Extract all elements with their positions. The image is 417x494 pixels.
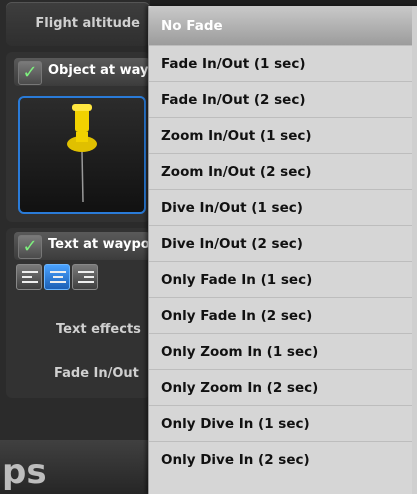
align-center-icon [50, 271, 66, 286]
dropdown-option[interactable]: Zoom In/Out (2 sec) [149, 154, 417, 190]
checkmark-icon[interactable]: ✓ [18, 235, 42, 259]
dropdown-option[interactable]: Only Dive In (1 sec) [149, 406, 417, 442]
dropdown-option[interactable]: Only Fade In (1 sec) [149, 262, 417, 298]
fade-dropdown-list[interactable]: No Fade Fade In/Out (1 sec) Fade In/Out … [148, 6, 417, 494]
align-left-button[interactable] [16, 264, 42, 290]
dropdown-option[interactable]: Only Dive In (2 sec) [149, 442, 417, 478]
dropdown-scrollbar[interactable] [412, 6, 417, 494]
dropdown-option[interactable]: Only Zoom In (2 sec) [149, 370, 417, 406]
align-center-button[interactable] [44, 264, 70, 290]
text-effects-label: Text effects [56, 322, 141, 337]
dropdown-option[interactable]: Fade In/Out (2 sec) [149, 82, 417, 118]
text-at-waypoint-label: Text at waypo [48, 237, 150, 252]
dropdown-option[interactable]: Only Fade In (2 sec) [149, 298, 417, 334]
object-at-waypoint-header[interactable]: ✓ Object at way [14, 58, 150, 86]
align-left-icon [22, 271, 38, 286]
object-preview[interactable] [18, 96, 146, 214]
dropdown-option[interactable]: Dive In/Out (1 sec) [149, 190, 417, 226]
pushpin-icon [67, 104, 97, 203]
object-at-waypoint-label: Object at way [48, 63, 149, 78]
align-right-icon [78, 271, 94, 286]
dropdown-option[interactable]: Dive In/Out (2 sec) [149, 226, 417, 262]
dropdown-option-selected[interactable]: No Fade [149, 6, 417, 46]
fade-in-out-label: Fade In/Out [54, 366, 139, 381]
dropdown-option[interactable]: Zoom In/Out (1 sec) [149, 118, 417, 154]
dropdown-option[interactable]: Fade In/Out (1 sec) [149, 46, 417, 82]
flight-altitude-row[interactable]: Flight altitude [6, 2, 150, 46]
dropdown-option[interactable]: Only Zoom In (1 sec) [149, 334, 417, 370]
flight-altitude-label: Flight altitude [35, 16, 140, 31]
checkmark-icon[interactable]: ✓ [18, 61, 42, 85]
text-at-waypoint-header[interactable]: ✓ Text at waypo [14, 232, 150, 260]
settings-panel: Flight altitude ✓ Object at way ✓ Text a… [0, 0, 150, 494]
align-right-button[interactable] [72, 264, 98, 290]
bottom-text: ps [2, 452, 47, 492]
